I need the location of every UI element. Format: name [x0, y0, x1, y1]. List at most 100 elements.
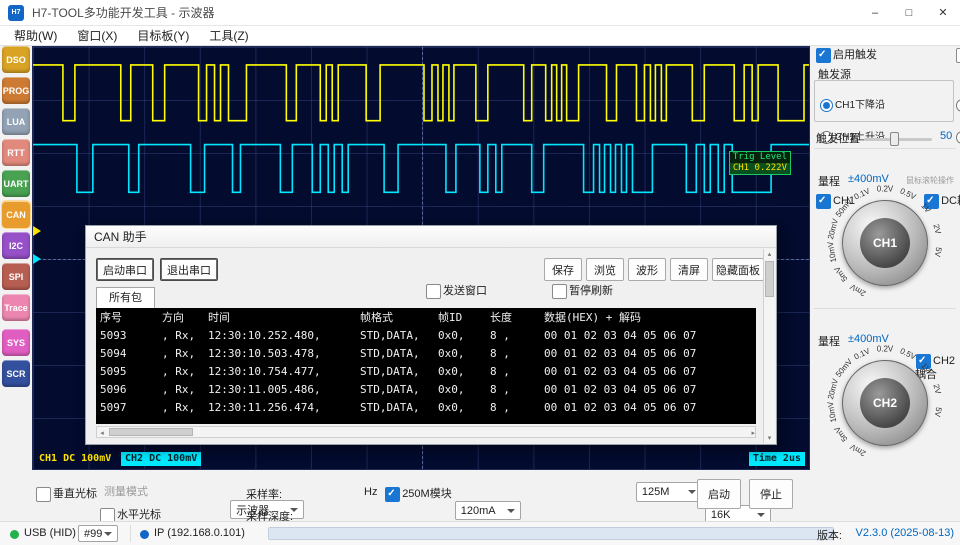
sidebar-item-i2c[interactable]: I2C [2, 232, 30, 259]
scroll-down-icon[interactable]: ▾ [764, 434, 775, 442]
sidebar-item-can[interactable]: CAN [2, 201, 30, 228]
can-frame-list[interactable]: 序号 方向 时间 帧格式 帧ID 长度 数据(HEX) + 解码 5093 , Rx, 12:30… [96, 308, 756, 424]
ip-status-icon [140, 530, 149, 539]
statusbar-divider [130, 525, 131, 542]
can-cell: 12:30:11.256.474, [208, 401, 321, 414]
sidebar-item-rtt[interactable]: RTT [2, 139, 30, 166]
send-window-checkbox[interactable]: 发送窗口 [426, 284, 487, 299]
sidebar-item-lua[interactable]: LUA [2, 108, 30, 135]
can-cell: 长度 [490, 311, 512, 324]
can-cell: 5096 [100, 383, 127, 396]
sidebar-item-sys[interactable]: SYS [2, 329, 30, 356]
can-cell: 0x0, [438, 329, 465, 342]
timebase-chip: Time 2us [748, 452, 805, 466]
tab-all-packets[interactable]: 所有包 [96, 287, 155, 308]
can-save-button[interactable]: 保存 [544, 258, 582, 281]
trigger-position-label: 触发位置 [816, 133, 860, 145]
can-assistant-dialog: CAN 助手 启动串口 退出串口 发送窗口 暂停刷新 保存 浏览 波形 清屏 隐… [85, 225, 777, 445]
menu-item[interactable]: 窗口(X) [67, 27, 127, 44]
sample-rate-value: 125M [641, 485, 670, 498]
sidebar-item-spi[interactable]: SPI [2, 263, 30, 290]
can-cell: 5093 [100, 329, 127, 342]
can-vertical-scrollbar[interactable]: ▴ ▾ [763, 249, 775, 443]
can-cell: 5097 [100, 401, 127, 414]
vertical-cursor-checkbox[interactable]: 垂直光标 [36, 486, 97, 502]
sample-rate-label: 采样率: [246, 489, 283, 501]
module-250m-checkbox[interactable]: 250M模块 [385, 486, 452, 502]
can-cell: 8 , [490, 347, 510, 360]
can-cell: 帧格式 [360, 311, 393, 324]
scroll-up-icon[interactable]: ▴ [764, 250, 775, 258]
can-waveform-button[interactable]: 波形 [628, 258, 666, 281]
menu-item[interactable]: 帮助(W) [4, 27, 67, 44]
can-horizontal-scrollbar[interactable]: ◂ ▸ [96, 426, 756, 438]
knob-scale-label: 0.5V [898, 186, 918, 202]
can-cell: 12:30:10.754.477, [208, 365, 321, 378]
scroll-left-icon[interactable]: ◂ [97, 429, 107, 437]
titlebar[interactable]: H7 H7-TOOL多功能开发工具 - 示波器 – □ ✕ [0, 0, 960, 26]
ch1-knob-dial[interactable]: CH1 [842, 200, 928, 286]
scroll-right-icon[interactable]: ▸ [745, 429, 755, 437]
radio-ch2-rising[interactable]: CH2上升沿 [956, 131, 960, 144]
trigger-position-slider[interactable] [864, 130, 932, 146]
current-range-dropdown[interactable]: 120mA [454, 501, 521, 520]
can-hide-panel-button[interactable]: 隐藏面板 [712, 258, 764, 281]
can-cell: STD,DATA, [360, 347, 420, 360]
knob-scale-label: 5mV [832, 424, 850, 444]
minimize-button[interactable]: – [858, 0, 892, 26]
bottom-control-bar: 垂直光标 水平光标 测量模式 示波器 250M模块 120mA 采样率: 125… [0, 470, 812, 525]
sidebar-item-uart[interactable]: UART [2, 170, 30, 197]
knob-scale-label: 2V [931, 383, 943, 395]
sample-rate-dropdown[interactable]: 125M [635, 481, 702, 502]
ch2-gain-knob[interactable]: 2mV 5mV 10mV 20mV 50mV 0.1V 0.2V 0.5V 1V 2V 5V CH2 [812, 345, 958, 459]
start-button[interactable]: 启动 [697, 479, 741, 509]
knob-scale-label: 0.5V [898, 346, 918, 362]
ch1-gain-knob[interactable]: 2mV 5mV 10mV 20mV 50mV 0.1V 0.2V 0.5V 1V 2V 5V CH1 [812, 185, 958, 299]
radio-ch2-falling[interactable]: CH2下降沿 [956, 99, 960, 112]
knob-scale-label: 1V [919, 201, 933, 215]
ch1-status-chip: CH1 DC 100mV [39, 453, 112, 464]
close-button[interactable]: ✕ [926, 0, 960, 26]
can-browse-button[interactable]: 浏览 [586, 258, 624, 281]
horizontal-cursor-checkbox[interactable]: 水平光标 [100, 507, 161, 523]
stop-button[interactable]: 停止 [749, 479, 793, 509]
ch2-knob-dial[interactable]: CH2 [842, 360, 928, 446]
sidebar: DSO PROG LUA RTT UART CAN I2C SPI Trace SYS SCR [0, 46, 32, 391]
device-number-dropdown[interactable]: #99 [78, 525, 118, 542]
ch2-knob-center: CH2 [860, 378, 910, 428]
can-table-row: 5094 , Rx, 12:30:10.503.478, STD,DATA, 0x0, 8… [100, 345, 752, 363]
can-clear-button[interactable]: 清屏 [670, 258, 708, 281]
can-dialog-titlebar[interactable]: CAN 助手 [86, 226, 776, 248]
pause-refresh-checkbox[interactable]: 暂停刷新 [552, 284, 613, 299]
can-cell: 0x0, [438, 383, 465, 396]
ch1-level-marker[interactable] [33, 226, 41, 236]
sidebar-item-dso[interactable]: DSO [2, 46, 30, 73]
ch2-range-value: ±400mV [848, 333, 889, 345]
ch2-status-chip: CH2 DC 100mV [121, 452, 202, 466]
menu-item[interactable]: 目标板(Y) [127, 27, 199, 44]
sidebar-item-prog[interactable]: PROG [2, 77, 30, 104]
can-cell: 0x0, [438, 347, 465, 360]
can-table-row: 5097 , Rx, 12:30:11.256.474, STD,DATA, 0x0, 8… [100, 399, 752, 417]
horizontal-scroll-thumb[interactable] [109, 428, 193, 436]
radio-ch1-falling[interactable]: CH1下降沿 [820, 99, 885, 112]
slider-thumb[interactable] [890, 132, 899, 146]
can-cell: , Rx, [162, 383, 196, 396]
single-trigger-checkbox[interactable]: 单次触发 [956, 48, 960, 63]
sidebar-item-scr[interactable]: SCR [2, 360, 30, 387]
sidebar-item-trace[interactable]: Trace [2, 294, 30, 321]
can-exit-serial-button[interactable]: 退出串口 [160, 258, 218, 281]
can-table-row: 5093 , Rx, 12:30:10.252.480, STD,DATA, 0x0, 8… [100, 327, 752, 345]
usb-status-label: USB (HID) [24, 527, 76, 539]
menu-item[interactable]: 工具(Z) [199, 27, 258, 44]
app-logo-icon: H7 [8, 4, 24, 21]
send-window-label: 发送窗口 [443, 285, 487, 297]
vertical-scroll-thumb[interactable] [765, 261, 774, 297]
enable-trigger-checkbox[interactable]: 启用触发 [816, 48, 877, 63]
ch2-level-marker[interactable] [33, 254, 41, 264]
can-cell: STD,DATA, [360, 365, 420, 378]
device-number-value: #99 [84, 527, 103, 540]
window-controls: – □ ✕ [858, 0, 960, 26]
maximize-button[interactable]: □ [892, 0, 926, 26]
can-start-serial-button[interactable]: 启动串口 [96, 258, 154, 281]
